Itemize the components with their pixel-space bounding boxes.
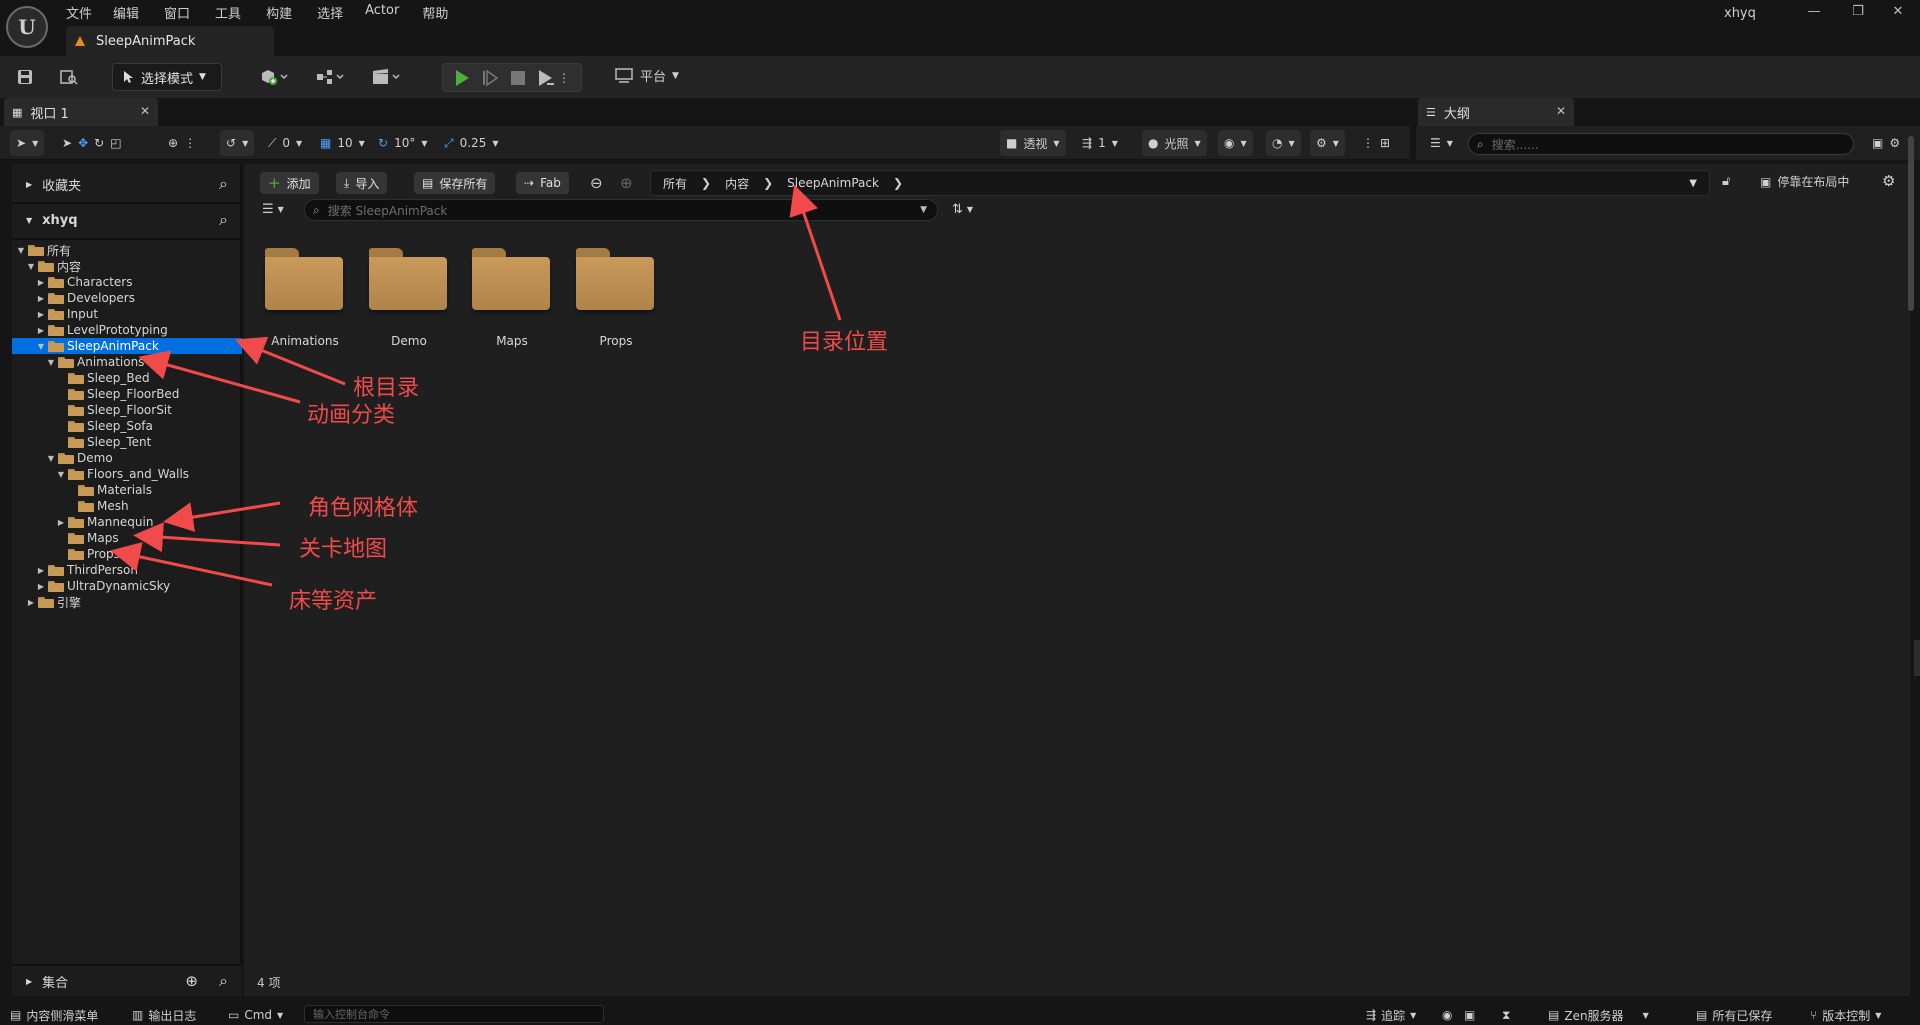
annotation-animations: 动画分类 (307, 403, 396, 428)
annotation-breadcrumb: 目录位置 (800, 330, 889, 355)
status-bar: ▤ 内容侧滑菜单 ▥ 输出日志 ▭ Cmd ▼ ⇶ 追踪 ▼ ◉ ▣ ⧗ ▤ Z… (0, 1004, 1920, 1025)
source-control-icon: ⑂ (1810, 1008, 1818, 1022)
console-placeholder: 输入控制台命令 (313, 1008, 390, 1021)
arrow-maps (133, 522, 281, 553)
output-log-button[interactable]: ▥ 输出日志 (132, 1006, 196, 1024)
content-drawer-label: 内容侧滑菜单 (26, 1008, 99, 1023)
annotation-arrows (110, 184, 842, 587)
source-control-dropdown[interactable]: ⑂ 版本控制 ▼ (1810, 1006, 1881, 1024)
source-control-label: 版本控制 (1822, 1008, 1871, 1023)
details-edge (1914, 640, 1920, 676)
trace-icon: ⇶ (1366, 1008, 1377, 1022)
saved-label: 所有已保存 (1712, 1008, 1773, 1023)
arrow-root (234, 336, 346, 386)
screenshot-icon[interactable]: ▣ (1464, 1006, 1475, 1024)
server-icon: ▤ (1548, 1008, 1560, 1022)
annotation-maps: 关卡地图 (299, 537, 388, 562)
save-status[interactable]: ▤ 所有已保存 (1696, 1006, 1772, 1024)
arrow-animations (138, 350, 301, 404)
cmd-label: Cmd (244, 1008, 273, 1022)
arrow-breadcrumb (789, 184, 842, 321)
annotation-mannequin: 角色网格体 (308, 496, 419, 521)
record-icon[interactable]: ◉ (1442, 1006, 1452, 1024)
trace-label: 追踪 (1381, 1008, 1406, 1023)
annotation-props: 床等资产 (289, 589, 378, 614)
arrow-props (110, 542, 273, 587)
trace-dropdown[interactable]: ⇶ 追踪 ▼ (1366, 1006, 1416, 1024)
log-icon: ▥ (132, 1008, 144, 1022)
console-command-input[interactable]: 输入控制台命令 (304, 1005, 604, 1023)
zen-label: Zen服务器 (1564, 1008, 1624, 1023)
content-drawer-button[interactable]: ▤ 内容侧滑菜单 (10, 1006, 98, 1024)
outliner-scrollbar[interactable] (1908, 136, 1914, 311)
output-log-label: 输出日志 (148, 1008, 197, 1023)
hourglass-icon[interactable]: ⧗ (1502, 1006, 1510, 1024)
saved-icon: ▤ (1696, 1008, 1708, 1022)
terminal-icon: ▭ (228, 1008, 240, 1022)
zen-server-dropdown[interactable]: ▤ Zen服务器 ▼ (1548, 1006, 1649, 1024)
drawer-icon: ▤ (10, 1008, 22, 1022)
arrow-mannequin (163, 501, 281, 532)
cmd-dropdown[interactable]: ▭ Cmd ▼ (228, 1006, 283, 1024)
